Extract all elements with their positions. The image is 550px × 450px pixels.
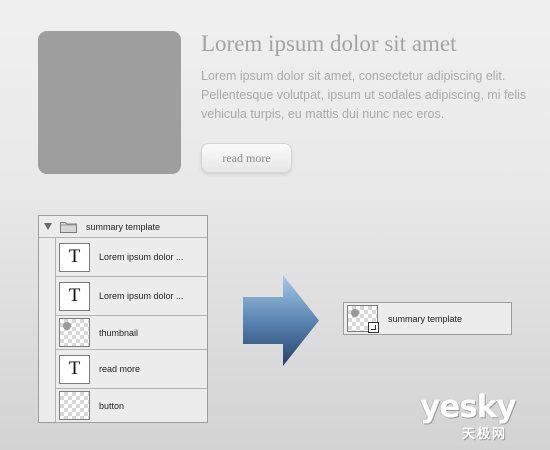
text-layer-icon: T — [59, 354, 90, 384]
layer-row[interactable]: button — [55, 389, 207, 422]
layers-panel: summary template T Lorem ipsum dolor ...… — [38, 215, 208, 423]
layer-row[interactable]: T Lorem ipsum dolor ... — [55, 277, 207, 316]
layer-label: thumbnail — [99, 327, 139, 338]
watermark-text-cn: 天极网 — [462, 427, 508, 442]
layer-row[interactable]: T Lorem ipsum dolor ... — [55, 238, 207, 277]
layer-group-label: summary template — [86, 221, 161, 232]
text-layer-icon: T — [59, 281, 90, 311]
smart-object-layer-row[interactable]: summary template — [343, 302, 512, 335]
preview-thumbnail — [38, 31, 181, 174]
transparent-thumbnail-icon — [59, 391, 90, 420]
text-layer-icon: T — [59, 242, 90, 272]
watermark-text: yesky — [420, 389, 517, 425]
expand-triangle-icon[interactable] — [44, 223, 52, 230]
shape-thumbnail-icon — [59, 318, 90, 347]
folder-icon — [60, 221, 77, 233]
read-more-button[interactable]: read more — [201, 143, 292, 173]
right-arrow-icon — [243, 275, 319, 366]
layer-row[interactable]: T read more — [55, 350, 207, 389]
layer-label: button — [99, 400, 125, 411]
smart-object-icon — [347, 305, 379, 333]
layer-label: Lorem ipsum dolor ... — [99, 291, 184, 301]
layer-label: read more — [99, 364, 141, 374]
watermark-logo: yesky 天极网 — [420, 390, 540, 445]
preview-body: Lorem ipsum dolor sit amet, consectetur … — [201, 69, 527, 121]
layer-group-row[interactable]: summary template — [39, 216, 207, 238]
smart-object-label: summary template — [388, 313, 463, 324]
layer-label: Lorem ipsum dolor ... — [99, 252, 184, 262]
layer-row[interactable]: thumbnail — [55, 316, 207, 350]
preview-title: Lorem ipsum dolor sit amet — [201, 31, 457, 56]
